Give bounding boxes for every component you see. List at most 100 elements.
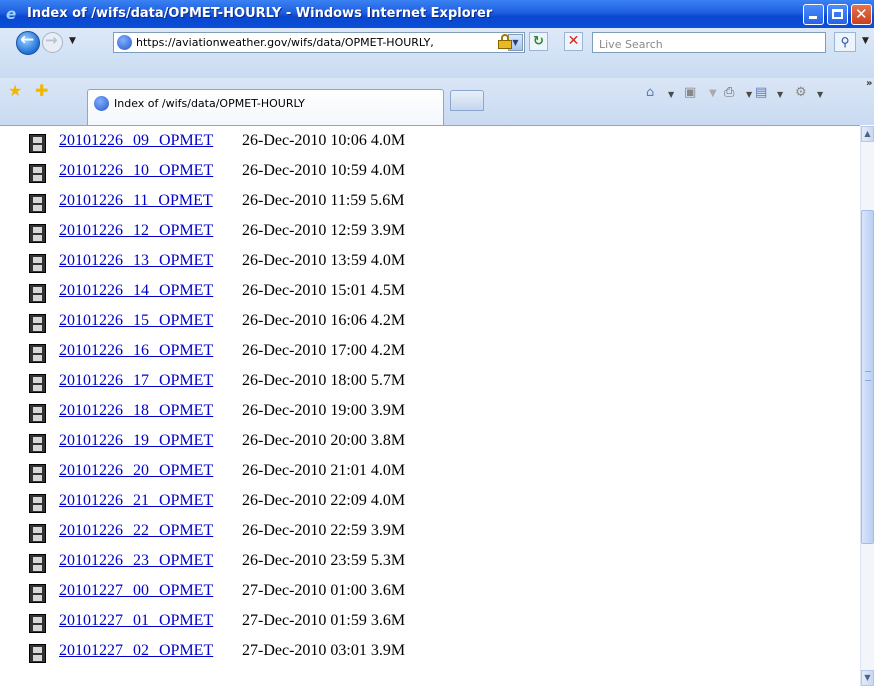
file-link[interactable]: 20101226 14 OPMET [59,282,213,300]
file-meta: 26-Dec-2010 22:09 4.0M [242,492,405,510]
file-size: 4.0M [370,162,406,179]
file-size: 5.7M [370,372,406,389]
refresh-button[interactable]: ↻ [529,32,548,51]
file-link[interactable]: 20101226 18 OPMET [59,402,213,420]
file-date: 26-Dec-2010 15:01 [242,282,367,299]
tools-gear-icon[interactable]: ⚙ [795,85,807,100]
tools-dropdown-icon[interactable]: ▼ [817,90,823,99]
file-date: 27-Dec-2010 01:59 [242,612,367,629]
file-size: 3.6M [370,612,406,629]
file-size: 4.2M [370,312,406,329]
page-dropdown-icon[interactable]: ▼ [777,90,783,99]
movie-file-icon [29,644,46,663]
file-meta: 26-Dec-2010 20:00 3.8M [242,432,405,450]
address-url[interactable]: https://aviationweather.gov/wifs/data/OP… [136,36,496,49]
more-chevron-icon[interactable]: » [866,78,872,89]
file-meta: 26-Dec-2010 17:00 4.2M [242,342,405,360]
page-menu-icon[interactable]: ▤ [755,85,767,100]
file-link[interactable]: 20101226 22 OPMET [59,522,213,540]
navigation-bar: ▼ https://aviationweather.gov/wifs/data/… [0,28,874,78]
file-link[interactable]: 20101226 09 OPMET [59,132,213,150]
favorites-star-icon[interactable]: ★ [8,81,22,100]
file-link[interactable]: 20101226 20 OPMET [59,462,213,480]
maximize-button[interactable] [827,4,848,25]
movie-file-icon [29,614,46,633]
file-link[interactable]: 20101226 23 OPMET [59,552,213,570]
window-title: Index of /wifs/data/OPMET-HOURLY - Windo… [27,6,493,21]
movie-file-icon [29,224,46,243]
movie-file-icon [29,554,46,573]
scroll-down-icon[interactable]: ▼ [861,670,874,686]
file-date: 27-Dec-2010 01:00 [242,582,367,599]
file-size: 4.0M [370,252,406,269]
file-size: 4.0M [370,132,406,149]
file-meta: 26-Dec-2010 13:59 4.0M [242,252,405,270]
stop-button[interactable]: ✕ [564,32,583,51]
movie-file-icon [29,254,46,273]
search-options-dropdown-icon[interactable]: ▼ [862,36,869,46]
vertical-scrollbar[interactable]: ▲ ▼ [860,126,874,686]
recent-pages-dropdown-icon[interactable]: ▼ [69,36,76,46]
search-box[interactable] [592,32,826,54]
file-date: 26-Dec-2010 13:59 [242,252,367,269]
file-date: 26-Dec-2010 18:00 [242,372,367,389]
file-size: 4.2M [370,342,406,359]
ie-logo-icon: e [6,5,17,23]
file-meta: 27-Dec-2010 01:00 3.6M [242,582,405,600]
home-dropdown-icon[interactable]: ▼ [668,90,674,99]
back-button[interactable] [16,30,40,55]
title-bar: e Index of /wifs/data/OPMET-HOURLY - Win… [0,0,874,28]
feeds-icon[interactable]: ▣ [684,85,696,100]
file-link[interactable]: 20101227 00 OPMET [59,582,213,600]
file-link[interactable]: 20101227 02 OPMET [59,642,213,660]
file-size: 3.8M [370,432,406,449]
file-size: 4.5M [370,282,406,299]
movie-file-icon [29,164,46,183]
file-meta: 26-Dec-2010 16:06 4.2M [242,312,405,330]
close-button[interactable] [851,4,872,25]
file-link[interactable]: 20101226 10 OPMET [59,162,213,180]
search-input[interactable] [597,35,821,54]
movie-file-icon [29,194,46,213]
file-date: 26-Dec-2010 10:06 [242,132,367,149]
print-icon[interactable]: ⎙ [724,85,734,100]
file-date: 26-Dec-2010 11:59 [242,192,367,209]
file-link[interactable]: 20101227 01 OPMET [59,612,213,630]
minimize-button[interactable] [803,4,824,25]
file-link[interactable]: 20101226 17 OPMET [59,372,213,390]
file-meta: 27-Dec-2010 03:01 3.9M [242,642,405,660]
new-tab-button[interactable] [450,90,484,111]
feeds-dropdown-icon[interactable]: ▼ [709,88,717,99]
scrollbar-thumb[interactable] [861,210,874,544]
file-date: 27-Dec-2010 03:01 [242,642,367,659]
file-link[interactable]: 20101226 13 OPMET [59,252,213,270]
home-icon[interactable]: ⌂ [646,85,654,100]
file-link[interactable]: 20101226 16 OPMET [59,342,213,360]
movie-file-icon [29,284,46,303]
scroll-up-icon[interactable]: ▲ [861,126,874,142]
file-size: 5.3M [370,552,406,569]
add-favorites-icon[interactable]: ✚ [35,81,48,100]
file-size: 3.9M [370,642,406,659]
file-date: 26-Dec-2010 22:09 [242,492,367,509]
print-dropdown-icon[interactable]: ▼ [746,90,752,99]
file-link[interactable]: 20101226 19 OPMET [59,432,213,450]
file-meta: 26-Dec-2010 21:01 4.0M [242,462,405,480]
file-meta: 26-Dec-2010 23:59 5.3M [242,552,405,570]
tab-index-of-opmet-hourly[interactable]: Index of /wifs/data/OPMET-HOURLY [87,89,444,126]
file-meta: 26-Dec-2010 19:00 3.9M [242,402,405,420]
search-icon[interactable]: ⚲ [834,32,856,52]
file-date: 26-Dec-2010 20:00 [242,432,367,449]
movie-file-icon [29,584,46,603]
file-link[interactable]: 20101226 15 OPMET [59,312,213,330]
file-size: 4.0M [370,462,406,479]
address-bar[interactable]: https://aviationweather.gov/wifs/data/OP… [113,32,525,53]
file-link[interactable]: 20101226 21 OPMET [59,492,213,510]
security-lock-icon[interactable] [498,34,512,49]
file-link[interactable]: 20101226 12 OPMET [59,222,213,240]
file-size: 3.6M [370,582,406,599]
file-link[interactable]: 20101226 11 OPMET [59,192,213,210]
site-icon [94,96,109,111]
file-meta: 26-Dec-2010 12:59 3.9M [242,222,405,240]
forward-button[interactable] [42,31,63,53]
